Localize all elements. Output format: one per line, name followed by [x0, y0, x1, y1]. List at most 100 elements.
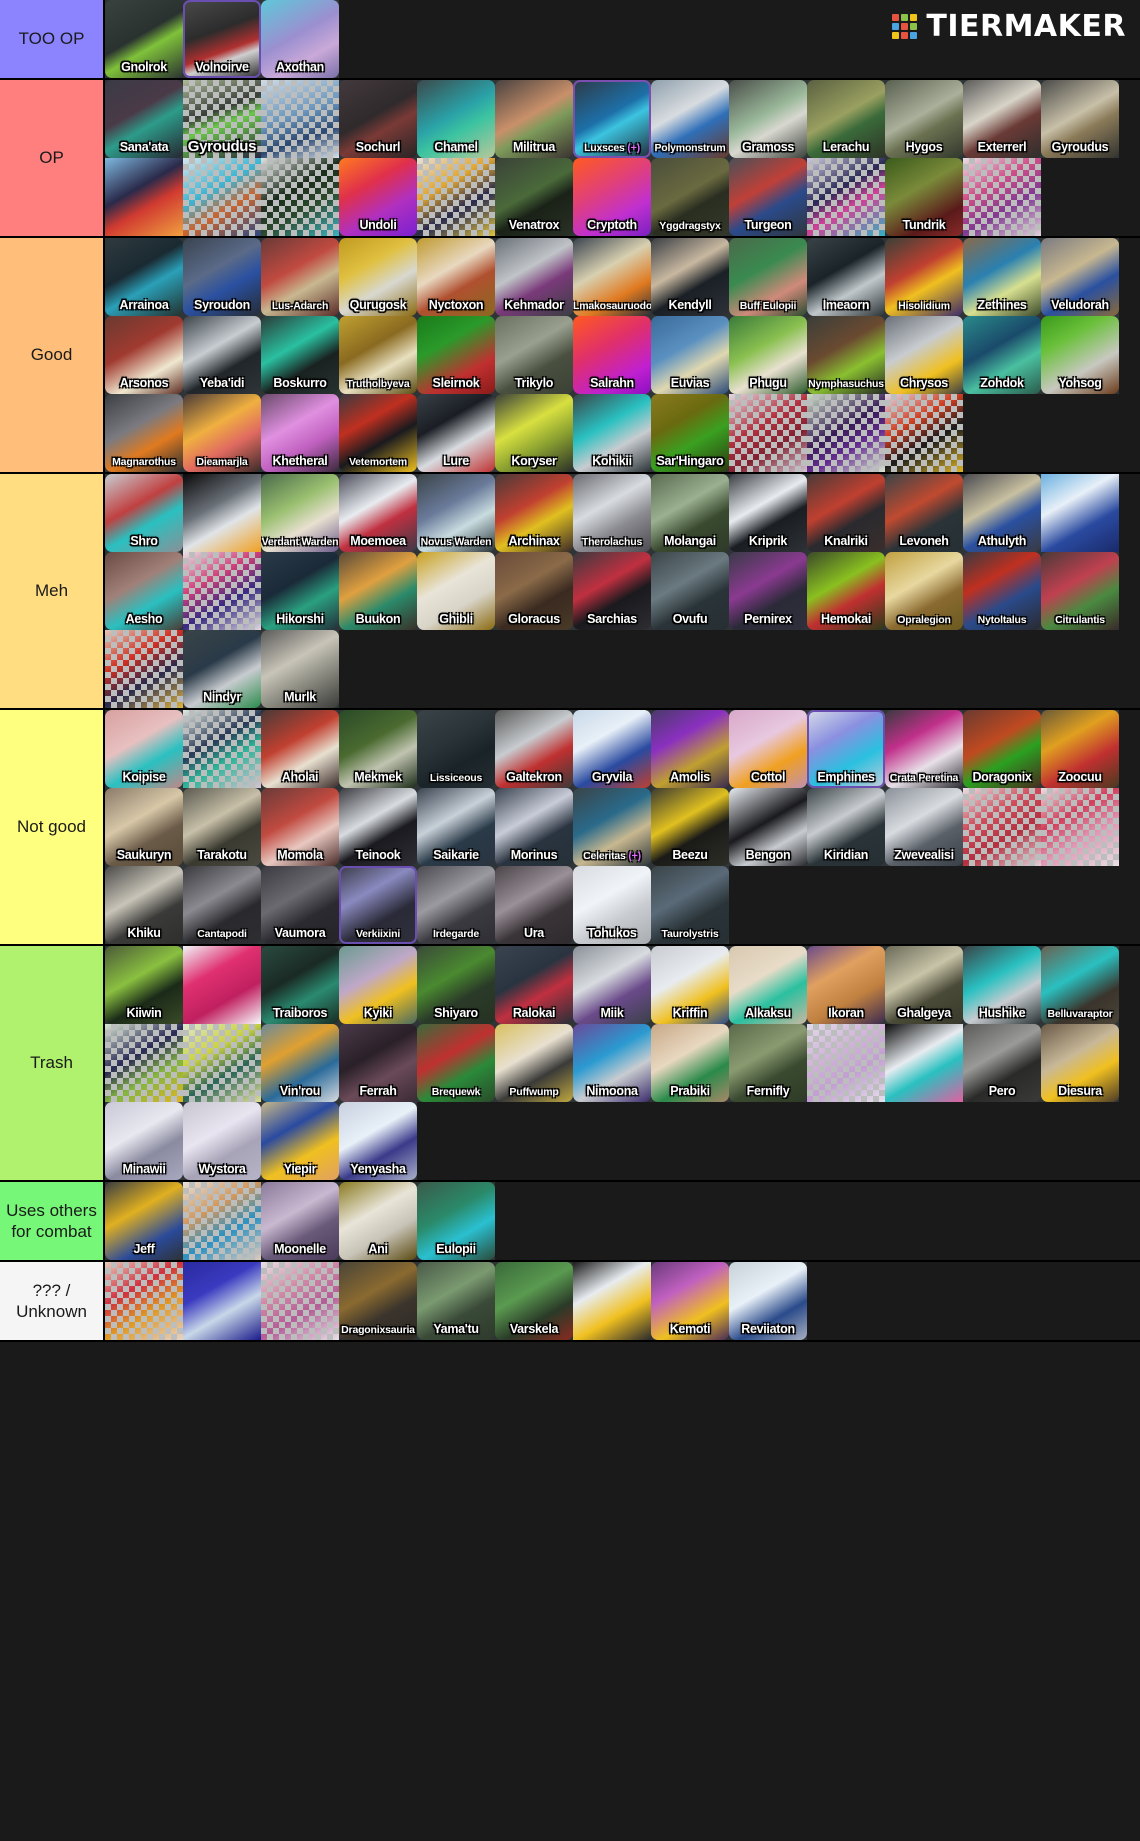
tier-item[interactable]: Buff Eulopii [729, 238, 807, 316]
tier-item[interactable]: Salrahn [573, 316, 651, 394]
tier-item[interactable]: Exterrerl [963, 80, 1041, 158]
tier-item[interactable]: Celeritas (+) [573, 788, 651, 866]
tier-item[interactable]: Knalriki [807, 474, 885, 552]
tier-item[interactable]: Shiyaro [417, 946, 495, 1024]
tier-item[interactable]: Hisolidium [885, 238, 963, 316]
tier-item[interactable]: Hygos [885, 80, 963, 158]
tier-item[interactable]: Ura [495, 866, 573, 944]
tier-item[interactable]: Zoocuu [1041, 710, 1119, 788]
tier-item[interactable]: Moonelle [261, 1182, 339, 1260]
tier-item[interactable]: Sochurl [339, 80, 417, 158]
tier-item[interactable]: Luxsces (+) [573, 80, 651, 158]
tier-item[interactable]: Turgeon [729, 158, 807, 236]
tier-item[interactable]: Beezu [651, 788, 729, 866]
tier-item[interactable]: Kriprik [729, 474, 807, 552]
tier-item[interactable] [807, 1024, 885, 1102]
tier-item[interactable]: Cantapodi [183, 866, 261, 944]
tier-item[interactable]: Euvias [651, 316, 729, 394]
tier-item[interactable]: Ralokai [495, 946, 573, 1024]
tier-item[interactable]: Ghibli [417, 552, 495, 630]
tier-item[interactable]: Kohikii [573, 394, 651, 472]
tier-item[interactable]: Gyroudus [183, 80, 261, 158]
tier-item[interactable]: Fernifly [729, 1024, 807, 1102]
tier-item[interactable]: Irdegarde [417, 866, 495, 944]
tier-item[interactable]: Vetemortem [339, 394, 417, 472]
tier-item[interactable] [807, 394, 885, 472]
tier-item[interactable]: Yohsog [1041, 316, 1119, 394]
tier-item[interactable]: Lus-Adarch [261, 238, 339, 316]
tier-item[interactable]: Momola [261, 788, 339, 866]
tier-item[interactable]: Kiiwin [105, 946, 183, 1024]
tier-item[interactable] [105, 158, 183, 236]
tier-item[interactable] [1041, 788, 1119, 866]
tier-item[interactable] [963, 788, 1041, 866]
tier-item[interactable]: Koryser [495, 394, 573, 472]
tier-item[interactable]: Aholai [261, 710, 339, 788]
tier-item[interactable]: Khiku [105, 866, 183, 944]
tier-item[interactable]: Ikoran [807, 946, 885, 1024]
tier-item[interactable]: Pernirex [729, 552, 807, 630]
tier-item[interactable] [183, 474, 261, 552]
tier-item[interactable]: Dieamarjla [183, 394, 261, 472]
tier-item[interactable]: Kiridian [807, 788, 885, 866]
tier-item[interactable]: Archinax [495, 474, 573, 552]
tier-item[interactable] [417, 158, 495, 236]
tier-item[interactable]: Pero [963, 1024, 1041, 1102]
tier-item[interactable]: Shro [105, 474, 183, 552]
tier-item[interactable]: Lerachu [807, 80, 885, 158]
tier-item[interactable]: Dragonixsauria [339, 1262, 417, 1340]
tier-item[interactable]: Arsonos [105, 316, 183, 394]
tier-item[interactable]: Polymonstrum [651, 80, 729, 158]
tier-label-meh[interactable]: Meh [0, 474, 105, 708]
tier-label-op[interactable]: OP [0, 80, 105, 236]
tier-item[interactable]: Gyroudus [1041, 80, 1119, 158]
tier-label-good[interactable]: Good [0, 238, 105, 472]
tier-item[interactable]: Morinus [495, 788, 573, 866]
tier-item[interactable]: Zohdok [963, 316, 1041, 394]
tier-item[interactable] [183, 1182, 261, 1260]
tier-item[interactable] [963, 158, 1041, 236]
tier-item[interactable]: Varskela [495, 1262, 573, 1340]
tier-item[interactable] [729, 394, 807, 472]
tier-item[interactable]: Nymphasuchus [807, 316, 885, 394]
tier-item[interactable]: Murlk [261, 630, 339, 708]
tier-item[interactable]: Yenyasha [339, 1102, 417, 1180]
tier-item[interactable] [1041, 474, 1119, 552]
tier-item[interactable]: Belluvaraptor [1041, 946, 1119, 1024]
tier-item[interactable]: Athulyth [963, 474, 1041, 552]
tier-item[interactable]: Phugu [729, 316, 807, 394]
tier-label-too-op[interactable]: TOO OP [0, 0, 105, 78]
tier-item[interactable]: Galtekron [495, 710, 573, 788]
tier-item[interactable]: Citrulantis [1041, 552, 1119, 630]
tier-item[interactable]: Veludorah [1041, 238, 1119, 316]
tier-item[interactable]: Minawii [105, 1102, 183, 1180]
tier-item[interactable]: Diesura [1041, 1024, 1119, 1102]
tier-item[interactable]: Moemoea [339, 474, 417, 552]
tier-item[interactable]: Miik [573, 946, 651, 1024]
tier-item[interactable]: Yggdragstyx [651, 158, 729, 236]
tier-item[interactable]: Yiepir [261, 1102, 339, 1180]
tier-item[interactable]: Aesho [105, 552, 183, 630]
tier-item[interactable]: Kyiki [339, 946, 417, 1024]
tier-item[interactable]: Doragonix [963, 710, 1041, 788]
tier-item[interactable]: Hikorshi [261, 552, 339, 630]
tier-item[interactable]: Crata Peretina [885, 710, 963, 788]
tier-item[interactable]: Reviiaton [729, 1262, 807, 1340]
tier-item[interactable]: Yeba'idi [183, 316, 261, 394]
tier-item[interactable]: Boskurro [261, 316, 339, 394]
tier-item[interactable]: Bengon [729, 788, 807, 866]
tier-item[interactable]: Zwevealisi [885, 788, 963, 866]
tier-item[interactable]: Sarchias [573, 552, 651, 630]
tier-item[interactable] [885, 1024, 963, 1102]
tier-item[interactable]: Chamel [417, 80, 495, 158]
tier-item[interactable]: Nyctoxon [417, 238, 495, 316]
tier-label-unknown[interactable]: ??? / Unknown [0, 1262, 105, 1340]
tier-item[interactable] [105, 1262, 183, 1340]
tier-item[interactable]: Zethines [963, 238, 1041, 316]
tier-item[interactable]: Axothan [261, 0, 339, 78]
tier-item[interactable]: Alkaksu [729, 946, 807, 1024]
tier-item[interactable] [183, 1262, 261, 1340]
tier-item[interactable]: Prabiki [651, 1024, 729, 1102]
tier-item[interactable]: Militrua [495, 80, 573, 158]
tier-item[interactable]: Opralegion [885, 552, 963, 630]
